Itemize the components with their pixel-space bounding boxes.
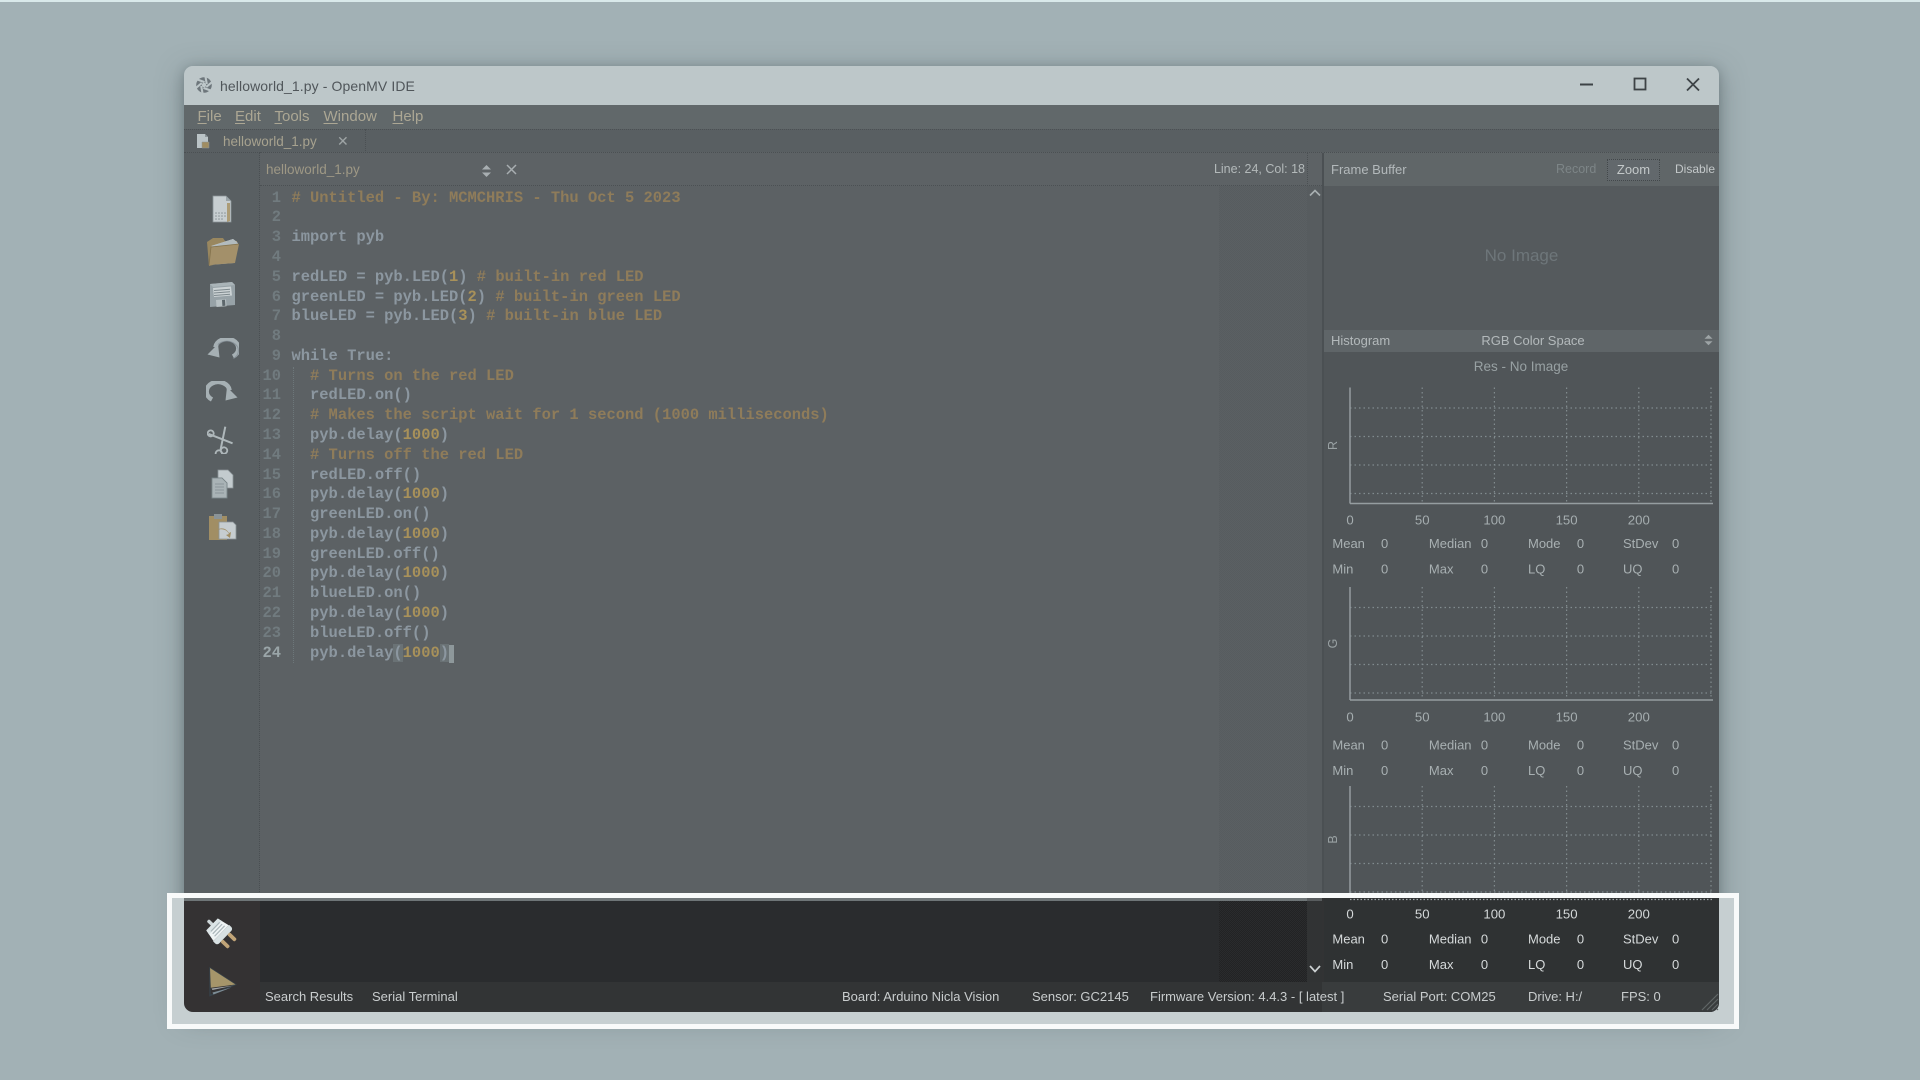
svg-text:50: 50 (1415, 710, 1430, 725)
svg-text:Median: Median (1429, 536, 1472, 551)
svg-text:Max: Max (1429, 763, 1454, 778)
svg-text:100: 100 (1483, 513, 1505, 528)
svg-text:0: 0 (1381, 763, 1388, 778)
svg-text:B: B (1326, 835, 1340, 843)
svg-text:150: 150 (1556, 710, 1578, 725)
svg-text:200: 200 (1628, 710, 1650, 725)
svg-text:0: 0 (1346, 513, 1353, 528)
svg-text:Mean: Mean (1332, 536, 1365, 551)
svg-text:0: 0 (1672, 536, 1679, 551)
svg-text:0: 0 (1577, 536, 1584, 551)
svg-text:0: 0 (1381, 536, 1388, 551)
svg-text:LQ: LQ (1528, 763, 1545, 778)
svg-text:Mode: Mode (1528, 536, 1561, 551)
svg-text:50: 50 (1415, 513, 1430, 528)
svg-text:0: 0 (1577, 738, 1584, 753)
svg-text:Mean: Mean (1332, 738, 1365, 753)
svg-text:Median: Median (1429, 738, 1472, 753)
svg-text:Min: Min (1332, 562, 1353, 577)
svg-text:Min: Min (1332, 763, 1353, 778)
svg-text:StDev: StDev (1623, 738, 1659, 753)
svg-text:0: 0 (1346, 710, 1353, 725)
svg-text:0: 0 (1577, 763, 1584, 778)
svg-text:150: 150 (1556, 513, 1578, 528)
svg-text:Max: Max (1429, 562, 1454, 577)
svg-text:100: 100 (1483, 710, 1505, 725)
svg-text:0: 0 (1481, 562, 1488, 577)
svg-text:0: 0 (1672, 763, 1679, 778)
svg-text:0: 0 (1381, 562, 1388, 577)
svg-text:0: 0 (1481, 536, 1488, 551)
svg-text:0: 0 (1381, 738, 1388, 753)
svg-text:0: 0 (1672, 562, 1679, 577)
svg-text:0: 0 (1577, 562, 1584, 577)
svg-text:0: 0 (1672, 738, 1679, 753)
svg-text:Res - No Image: Res - No Image (1474, 359, 1569, 374)
svg-text:UQ: UQ (1623, 763, 1643, 778)
svg-text:200: 200 (1628, 513, 1650, 528)
svg-text:G: G (1326, 639, 1340, 649)
svg-text:0: 0 (1481, 763, 1488, 778)
svg-text:LQ: LQ (1528, 562, 1545, 577)
svg-text:Mode: Mode (1528, 738, 1561, 753)
svg-text:0: 0 (1481, 738, 1488, 753)
svg-text:R: R (1326, 441, 1340, 450)
svg-text:StDev: StDev (1623, 536, 1659, 551)
svg-text:UQ: UQ (1623, 562, 1643, 577)
